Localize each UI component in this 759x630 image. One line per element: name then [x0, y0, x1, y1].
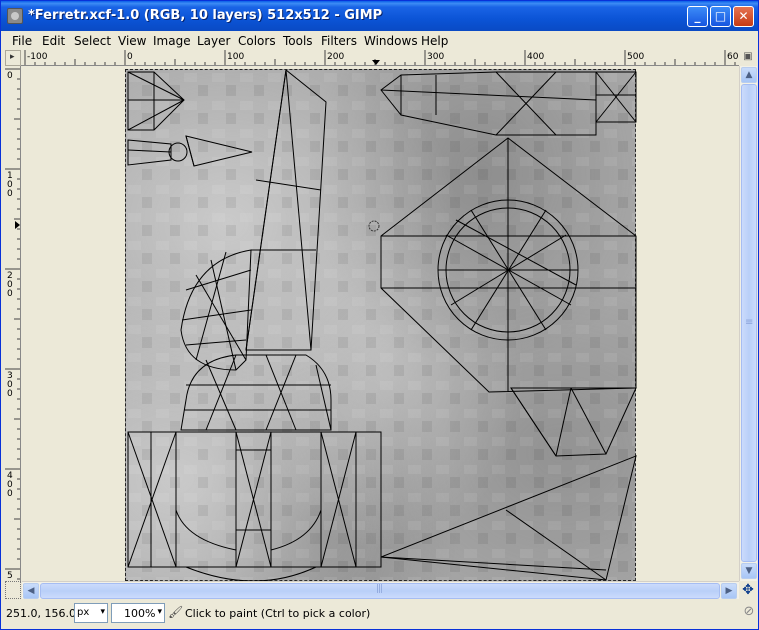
image-canvas[interactable] — [125, 69, 637, 581]
horizontal-scroll-thumb[interactable] — [40, 583, 720, 599]
unit-value: px — [77, 607, 90, 618]
ruler-h-label: 300 — [427, 52, 444, 62]
menu-filters[interactable]: Filters — [321, 34, 357, 48]
status-bar: 251.0, 156.0 px 100% 🖌 Click to paint (C… — [2, 600, 758, 627]
menu-view[interactable]: View — [118, 34, 146, 48]
ruler-corner-menu-button[interactable] — [5, 50, 21, 66]
menu-edit[interactable]: Edit — [42, 34, 65, 48]
ruler-v-label: 5 — [7, 571, 13, 581]
menu-tools[interactable]: Tools — [283, 34, 313, 48]
menu-layer[interactable]: Layer — [197, 34, 230, 48]
scroll-right-button[interactable]: ▶ — [721, 583, 737, 599]
scroll-down-button[interactable]: ▼ — [741, 563, 757, 579]
zoom-value: 100% — [124, 607, 156, 620]
pointer-coordinates: 251.0, 156.0 — [6, 607, 76, 620]
uv-wireframe — [126, 70, 637, 581]
ruler-v-label: 200 — [7, 271, 13, 299]
quick-mask-icon[interactable] — [5, 581, 21, 599]
ruler-h-label: 100 — [227, 52, 244, 62]
cancel-icon[interactable]: ⊘ — [741, 605, 757, 621]
canvas-area[interactable] — [22, 66, 739, 581]
scroll-up-button[interactable]: ▲ — [741, 67, 757, 83]
unit-select[interactable]: px — [74, 603, 108, 623]
horizontal-ruler[interactable]: -100 0 100 200 300 400 500 60 — [21, 50, 739, 66]
navigate-icon[interactable]: ✥ — [739, 581, 757, 599]
ruler-v-label: 300 — [7, 371, 13, 399]
vertical-scrollbar[interactable]: ▲ ▼ — [739, 66, 757, 581]
scroll-left-button[interactable]: ◀ — [23, 583, 39, 599]
menu-image[interactable]: Image — [153, 34, 191, 48]
ruler-pointer-marker — [372, 60, 380, 65]
ruler-h-label: 400 — [527, 52, 544, 62]
close-button[interactable]: ✕ — [733, 6, 754, 27]
ruler-v-label: 400 — [7, 471, 13, 499]
ruler-h-label: -100 — [27, 52, 48, 62]
menu-select[interactable]: Select — [74, 34, 111, 48]
zoom-select[interactable]: 100% — [111, 603, 165, 623]
ruler-v-label: 100 — [7, 171, 13, 199]
ruler-h-label: 0 — [127, 52, 133, 62]
menu-help[interactable]: Help — [421, 34, 448, 48]
minimize-button[interactable]: _ — [687, 6, 708, 27]
maximize-button[interactable]: □ — [710, 6, 731, 27]
ruler-h-label: 500 — [627, 52, 644, 62]
gimp-window: *Ferretr.xcf-1.0 (RGB, 10 layers) 512x51… — [0, 0, 759, 630]
zoom-to-fit-icon[interactable]: ▣ — [739, 50, 757, 66]
ruler-h-label: 60 — [727, 52, 739, 62]
vertical-scroll-thumb[interactable] — [741, 84, 757, 562]
menu-colors[interactable]: Colors — [238, 34, 276, 48]
title-bar[interactable]: *Ferretr.xcf-1.0 (RGB, 10 layers) 512x51… — [1, 1, 758, 31]
ruler-pointer-marker — [15, 221, 20, 229]
menu-file[interactable]: File — [12, 34, 32, 48]
gimp-icon[interactable] — [7, 8, 23, 24]
vertical-ruler[interactable]: 0 100 200 300 400 5 — [5, 66, 21, 581]
menu-windows[interactable]: Windows — [364, 34, 418, 48]
window-title: *Ferretr.xcf-1.0 (RGB, 10 layers) 512x51… — [28, 8, 383, 23]
ruler-v-label: 0 — [7, 71, 13, 81]
paintbrush-icon: 🖌 — [168, 605, 184, 619]
menu-bar: File Edit Select View Image Layer Colors… — [2, 31, 758, 50]
horizontal-scrollbar[interactable]: ◀ ▶ — [22, 581, 739, 599]
status-message: Click to paint (Ctrl to pick a color) — [185, 607, 371, 620]
ruler-h-label: 200 — [327, 52, 344, 62]
